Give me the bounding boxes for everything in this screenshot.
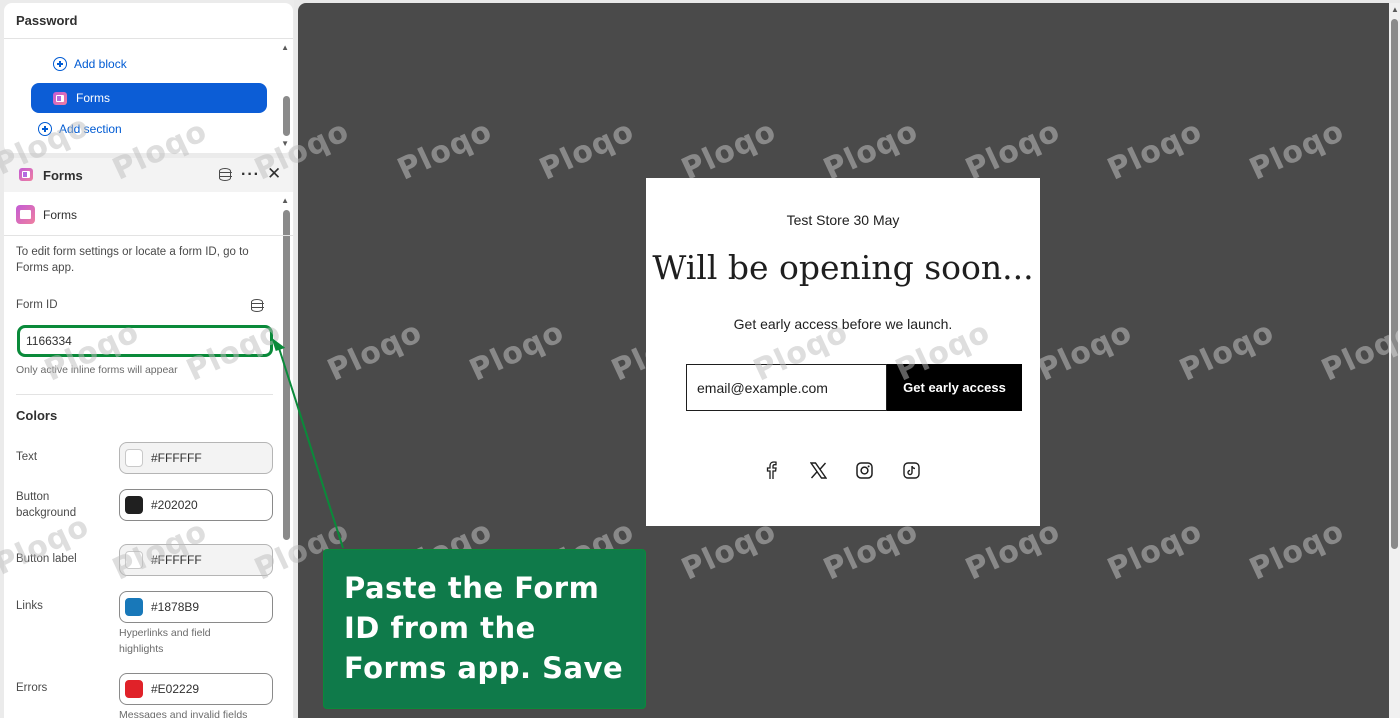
scroll-up-icon[interactable]: ▲ (281, 43, 289, 52)
editor-sidebar: Password ▲ Add block Forms Add section ▼… (0, 0, 294, 718)
color-value: #FFFFFF (151, 451, 202, 465)
form-id-label: Form ID (16, 299, 58, 311)
scrollbar-thumb[interactable] (283, 96, 290, 136)
color-picker-text[interactable]: #FFFFFF (119, 442, 273, 474)
color-label-links: Links (16, 600, 43, 612)
email-input[interactable]: email@example.com (686, 364, 887, 411)
color-swatch (125, 496, 143, 514)
add-section-button[interactable]: Add section (38, 122, 122, 136)
colors-heading: Colors (16, 408, 58, 423)
close-icon[interactable]: ✕ (267, 164, 281, 184)
database-icon[interactable] (250, 299, 264, 312)
color-swatch (125, 598, 143, 616)
block-settings-panel: Forms ··· ✕ ▲ Forms To edit form setting… (4, 158, 293, 718)
app-name: Forms (43, 207, 77, 222)
forms-app-icon (16, 205, 35, 224)
color-swatch (125, 449, 143, 467)
email-placeholder: email@example.com (697, 379, 828, 396)
scroll-up-icon[interactable]: ▲ (1391, 5, 1399, 14)
color-label-text: Text (16, 451, 38, 463)
add-section-label: Add section (59, 122, 122, 136)
x-icon[interactable] (806, 458, 830, 482)
form-id-value: 1166334 (26, 334, 72, 348)
preview-headline: Will be opening soon... (652, 248, 1034, 287)
scrollbar-thumb[interactable] (1391, 19, 1398, 549)
tree-item-forms[interactable]: Forms (31, 83, 267, 113)
color-value: #1878B9 (151, 600, 200, 614)
panel-title: Forms (43, 168, 83, 183)
color-swatch (125, 680, 143, 698)
panel-header: Forms ··· ✕ (4, 158, 293, 192)
color-label-button-label: Button label (16, 553, 77, 565)
scrollbar-thumb[interactable] (283, 210, 290, 540)
forms-app-icon (19, 168, 33, 181)
color-value: #E02229 (151, 682, 200, 696)
help-text: To edit form settings or locate a form I… (16, 246, 249, 274)
tree-item-forms-label: Forms (76, 91, 110, 105)
scroll-down-icon[interactable]: ▼ (281, 139, 289, 148)
color-picker-links[interactable]: #1878B9 (119, 591, 273, 623)
app-row: Forms (16, 205, 77, 224)
links-hint: Hyperlinks and field highlights (119, 627, 211, 655)
color-picker-button-label[interactable]: #FFFFFF (119, 544, 273, 576)
divider (16, 394, 273, 395)
color-picker-button-background[interactable]: #202020 (119, 489, 273, 521)
divider (4, 38, 293, 39)
database-icon[interactable] (218, 168, 232, 181)
instagram-icon[interactable] (852, 458, 876, 482)
color-swatch (125, 551, 143, 569)
plus-circle-icon (38, 122, 52, 136)
instruction-callout: Paste the Form ID from the Forms app. Sa… (323, 549, 646, 709)
get-early-access-button[interactable]: Get early access (887, 364, 1022, 411)
forms-app-icon (53, 91, 67, 105)
more-options-icon[interactable]: ··· (241, 166, 260, 184)
form-id-hint: Only active inline forms will appear (16, 364, 178, 376)
password-page-card: Test Store 30 May Will be opening soon..… (646, 178, 1040, 526)
scroll-up-icon[interactable]: ▲ (281, 196, 289, 205)
section-tree-card: Password ▲ Add block Forms Add section ▼ (4, 3, 293, 153)
color-value: #FFFFFF (151, 553, 202, 567)
color-picker-errors[interactable]: #E02229 (119, 673, 273, 705)
facebook-icon[interactable] (759, 458, 783, 482)
plus-circle-icon (53, 57, 67, 71)
tiktok-icon[interactable] (899, 458, 923, 482)
add-block-label: Add block (74, 57, 127, 71)
add-block-button[interactable]: Add block (53, 57, 127, 71)
section-title: Password (16, 13, 78, 28)
errors-hint: Messages and invalid fields (119, 709, 248, 718)
color-label-button-background: Button background (16, 491, 77, 519)
preview-subtext: Get early access before we launch. (733, 316, 953, 332)
preview-scrollbar[interactable]: ▲ (1389, 3, 1400, 718)
form-id-input[interactable]: 1166334 (17, 325, 273, 357)
store-name: Test Store 30 May (786, 212, 900, 228)
color-value: #202020 (151, 498, 198, 512)
divider (4, 235, 293, 236)
color-label-errors: Errors (16, 682, 48, 694)
